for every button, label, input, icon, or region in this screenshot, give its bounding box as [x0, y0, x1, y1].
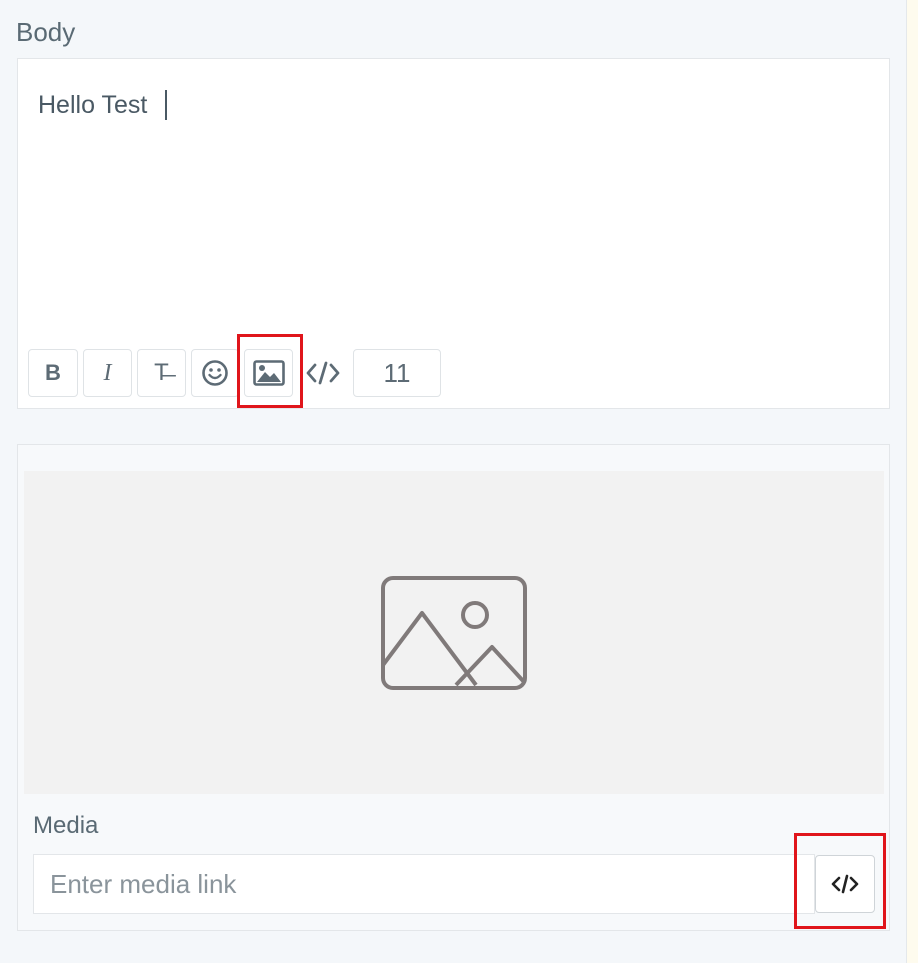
text-caret — [165, 90, 167, 120]
code-icon — [306, 361, 340, 385]
media-label: Media — [33, 812, 99, 839]
image-button[interactable] — [244, 349, 293, 397]
character-count-value: 11 — [383, 357, 411, 388]
image-placeholder-icon — [381, 576, 527, 690]
image-icon — [252, 360, 285, 386]
italic-button[interactable]: I — [83, 349, 132, 397]
italic-label: I — [103, 359, 112, 386]
media-preview — [24, 471, 884, 794]
emoji-icon — [202, 360, 228, 386]
bold-button[interactable]: B — [28, 349, 78, 397]
body-label: Body — [16, 17, 76, 47]
embed-code-button[interactable] — [815, 855, 875, 913]
emoji-button[interactable] — [191, 349, 239, 397]
bold-label: B — [45, 360, 61, 385]
media-link-input[interactable] — [33, 854, 815, 914]
character-count: 11 — [353, 349, 441, 397]
strikethrough-button[interactable]: T̶ — [137, 349, 186, 397]
code-icon — [831, 874, 859, 894]
strikethrough-label: T̶ — [154, 359, 169, 386]
right-panel-edge — [906, 0, 918, 963]
code-button[interactable] — [298, 349, 348, 397]
body-editor-text: Hello Test — [38, 91, 148, 119]
